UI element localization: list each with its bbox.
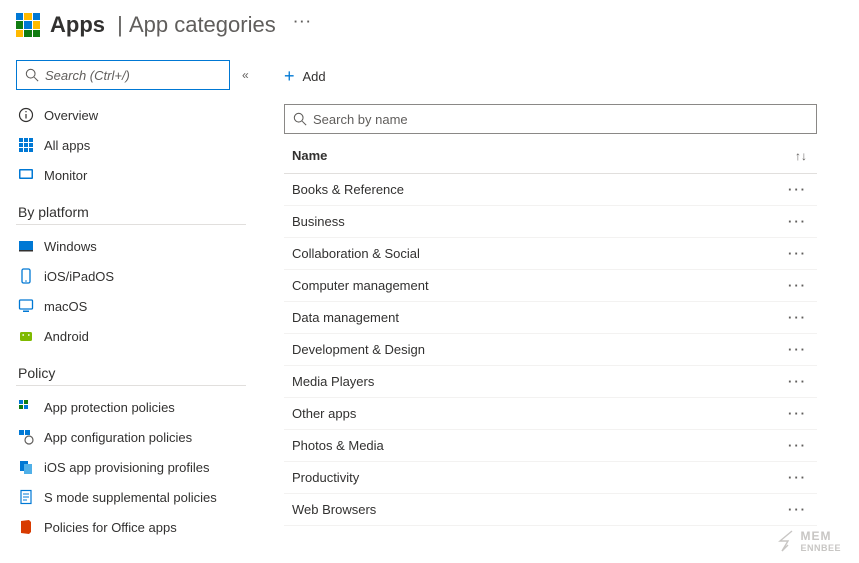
sidebar-item-label: All apps: [44, 138, 90, 153]
row-more-button[interactable]: ···: [788, 182, 807, 197]
category-name: Business: [292, 214, 345, 229]
main-content: + Add Name ↑↓ Books & Reference···Busine…: [260, 46, 859, 542]
category-name: Collaboration & Social: [292, 246, 420, 261]
section-heading-policy: Policy: [18, 365, 260, 381]
sidebar-item-label: iOS/iPadOS: [44, 269, 114, 284]
divider: [16, 224, 246, 225]
office-icon: [18, 519, 34, 535]
sidebar-item-app-protection[interactable]: App protection policies: [16, 392, 260, 422]
sidebar-item-label: Overview: [44, 108, 98, 123]
collapse-sidebar-button[interactable]: «: [242, 68, 249, 82]
row-more-button[interactable]: ···: [788, 310, 807, 325]
category-name: Media Players: [292, 374, 374, 389]
add-button-label: Add: [303, 69, 326, 84]
sidebar-search[interactable]: [16, 60, 230, 90]
sidebar-item-app-config[interactable]: App configuration policies: [16, 422, 260, 452]
grid-icon: [18, 137, 34, 153]
sidebar-item-monitor[interactable]: Monitor: [16, 160, 260, 190]
page-title: Apps: [50, 12, 105, 38]
search-icon: [293, 112, 307, 126]
filter-input[interactable]: [313, 112, 808, 127]
sidebar-item-android[interactable]: Android: [16, 321, 260, 351]
sidebar-item-s-mode[interactable]: S mode supplemental policies: [16, 482, 260, 512]
windows-icon: [18, 238, 34, 254]
table-row[interactable]: Photos & Media ···: [284, 430, 817, 462]
table-row[interactable]: Collaboration & Social ···: [284, 238, 817, 270]
category-name: Development & Design: [292, 342, 425, 357]
column-header-row: Name ↑↓: [284, 138, 817, 174]
provisioning-icon: [18, 459, 34, 475]
sidebar-item-all-apps[interactable]: All apps: [16, 130, 260, 160]
row-more-button[interactable]: ···: [788, 342, 807, 357]
row-more-button[interactable]: ···: [788, 502, 807, 517]
sidebar-item-label: App configuration policies: [44, 430, 192, 445]
android-icon: [18, 328, 34, 344]
row-more-button[interactable]: ···: [788, 438, 807, 453]
category-name: Productivity: [292, 470, 359, 485]
sidebar-item-label: S mode supplemental policies: [44, 490, 217, 505]
apps-grid-icon: [16, 13, 40, 37]
sidebar: « Overview All apps Monitor By platform …: [0, 46, 260, 542]
sidebar-item-label: Policies for Office apps: [44, 520, 177, 535]
category-name: Other apps: [292, 406, 356, 421]
sidebar-item-windows[interactable]: Windows: [16, 231, 260, 261]
sidebar-item-overview[interactable]: Overview: [16, 100, 260, 130]
filter-search[interactable]: [284, 104, 817, 134]
toolbar: + Add: [284, 60, 817, 92]
divider: [16, 385, 246, 386]
row-more-button[interactable]: ···: [788, 406, 807, 421]
sidebar-item-label: iOS app provisioning profiles: [44, 460, 209, 475]
table-row[interactable]: Business ···: [284, 206, 817, 238]
plus-icon: +: [284, 66, 295, 87]
table-row[interactable]: Productivity ···: [284, 462, 817, 494]
config-icon: [18, 429, 34, 445]
document-icon: [18, 489, 34, 505]
protection-icon: [18, 399, 34, 415]
row-more-button[interactable]: ···: [788, 278, 807, 293]
header-more-button[interactable]: ···: [294, 14, 313, 29]
page-subtitle: | App categories: [111, 12, 276, 38]
category-name: Data management: [292, 310, 399, 325]
categories-list: Books & Reference···Business···Collabora…: [284, 174, 817, 526]
add-button[interactable]: + Add: [284, 66, 326, 87]
sidebar-item-macos[interactable]: macOS: [16, 291, 260, 321]
sidebar-item-label: macOS: [44, 299, 87, 314]
macos-icon: [18, 298, 34, 314]
sidebar-item-label: Android: [44, 329, 89, 344]
category-name: Books & Reference: [292, 182, 404, 197]
section-heading-platform: By platform: [18, 204, 260, 220]
category-name: Photos & Media: [292, 438, 384, 453]
sidebar-search-input[interactable]: [45, 68, 221, 83]
column-header-name[interactable]: Name: [292, 148, 327, 163]
sidebar-item-label: Windows: [44, 239, 97, 254]
row-more-button[interactable]: ···: [788, 374, 807, 389]
page-header: Apps | App categories ···: [0, 0, 859, 46]
table-row[interactable]: Books & Reference ···: [284, 174, 817, 206]
sidebar-item-label: Monitor: [44, 168, 87, 183]
table-row[interactable]: Data management ···: [284, 302, 817, 334]
table-row[interactable]: Development & Design ···: [284, 334, 817, 366]
info-icon: [18, 107, 34, 123]
row-more-button[interactable]: ···: [788, 246, 807, 261]
search-icon: [25, 68, 39, 82]
row-more-button[interactable]: ···: [788, 214, 807, 229]
sidebar-item-ios-provisioning[interactable]: iOS app provisioning profiles: [16, 452, 260, 482]
sidebar-item-office-policies[interactable]: Policies for Office apps: [16, 512, 260, 542]
table-row[interactable]: Other apps ···: [284, 398, 817, 430]
sidebar-item-ios[interactable]: iOS/iPadOS: [16, 261, 260, 291]
ios-icon: [18, 268, 34, 284]
category-name: Computer management: [292, 278, 429, 293]
monitor-icon: [18, 167, 34, 183]
table-row[interactable]: Web Browsers ···: [284, 494, 817, 526]
table-row[interactable]: Computer management ···: [284, 270, 817, 302]
row-more-button[interactable]: ···: [788, 470, 807, 485]
sort-icon[interactable]: ↑↓: [795, 149, 807, 163]
table-row[interactable]: Media Players ···: [284, 366, 817, 398]
sidebar-item-label: App protection policies: [44, 400, 175, 415]
category-name: Web Browsers: [292, 502, 376, 517]
